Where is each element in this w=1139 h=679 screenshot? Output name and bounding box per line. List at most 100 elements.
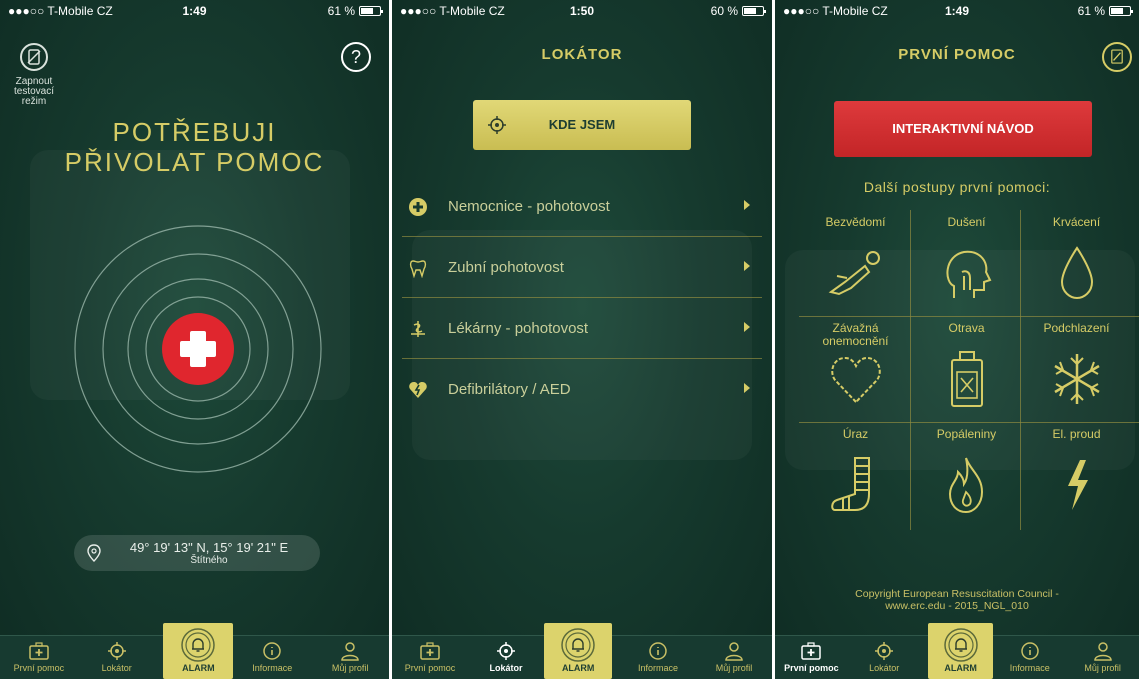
tab-locator[interactable]: Lokátor	[78, 635, 156, 679]
topic-poisoning[interactable]: Otrava	[910, 316, 1023, 422]
tab-bar: První pomoc Lokátor ALARM Informace Můj …	[392, 623, 772, 679]
locator-item-aed[interactable]: Defibrilátory / AED	[402, 359, 762, 420]
interactive-guide-button[interactable]: INTERAKTIVNÍ NÁVOD	[834, 101, 1092, 157]
locator-item-dentist[interactable]: Zubní pohotovost	[402, 237, 762, 298]
tab-first-aid[interactable]: První pomoc	[775, 635, 848, 679]
info-icon	[1021, 642, 1039, 660]
edit-button[interactable]	[1102, 42, 1132, 72]
battery-icon	[359, 6, 383, 16]
help-button[interactable]: ?	[341, 42, 371, 72]
copyright-line-1: Copyright European Resuscitation Council…	[855, 588, 1059, 600]
flame-icon	[948, 457, 983, 514]
tab-bar: První pomoc Lokátor ALARM Informace Můj …	[0, 623, 389, 679]
chevron-right-icon	[744, 322, 750, 332]
where-am-i-button[interactable]: KDE JSEM	[473, 100, 691, 150]
crosshair-icon	[875, 642, 894, 660]
tab-label: ALARM	[944, 663, 977, 673]
locator-item-pharmacy[interactable]: Lékárny - pohotovost	[402, 298, 762, 359]
topic-label: Bezvědomí	[825, 215, 886, 229]
tab-label: Můj profil	[331, 663, 369, 673]
tab-profile[interactable]: Můj profil	[696, 635, 772, 679]
tab-label: Lokátor	[489, 663, 523, 673]
tab-bar: První pomoc Lokátor ALARM Informace Můj …	[775, 623, 1139, 679]
topic-label: Otrava	[948, 321, 985, 335]
topic-electric-shock[interactable]: El. proud	[1020, 422, 1133, 528]
heart-icon	[830, 356, 881, 404]
tab-profile[interactable]: Můj profil	[1066, 635, 1139, 679]
topic-label: Krvácení	[1052, 215, 1101, 229]
chevron-right-icon	[744, 261, 750, 271]
tab-label: První pomoc	[404, 663, 456, 673]
title-line-2: PŘIVOLAT POMOC	[64, 147, 325, 177]
tab-info[interactable]: Informace	[233, 635, 311, 679]
topic-bleeding[interactable]: Krvácení	[1020, 210, 1133, 316]
tab-label: První pomoc	[13, 663, 65, 673]
locator-screen: ●●●○○ T-Mobile CZ 1:50 60 % LOKÁTOR KDE …	[392, 0, 772, 679]
topic-unconscious[interactable]: Bezvědomí	[799, 210, 912, 316]
tab-alarm[interactable]: ALARM	[163, 623, 234, 679]
battery-percent: 61 %	[327, 4, 355, 18]
section-heading: Další postupy první pomoci:	[863, 179, 1051, 195]
topic-label: El. proud	[1052, 427, 1101, 441]
tab-label: Informace	[252, 663, 293, 673]
alarm-radar[interactable]	[73, 224, 323, 474]
tab-label: Lokátor	[869, 663, 900, 673]
tab-profile[interactable]: Můj profil	[311, 635, 389, 679]
battery-icon	[742, 6, 766, 16]
tab-info[interactable]: Informace	[620, 635, 696, 679]
title-line-1: POTŘEBUJI	[112, 117, 277, 147]
locator-item-label: Nemocnice - pohotovost	[448, 198, 610, 215]
tab-label: Informace	[1009, 663, 1050, 673]
bell-icon	[561, 628, 595, 662]
page-title: PRVNÍ POMOC	[898, 46, 1016, 63]
status-bar: ●●●○○ T-Mobile CZ 1:49 61 %	[0, 0, 389, 22]
first-aid-kit-icon	[420, 642, 440, 660]
topic-serious-illness[interactable]: Závažná onemocnění	[799, 316, 912, 422]
tab-alarm[interactable]: ALARM	[927, 623, 994, 679]
tab-alarm[interactable]: ALARM	[544, 623, 613, 679]
topic-burns[interactable]: Popáleniny	[910, 422, 1023, 528]
page-title: LOKÁTOR	[541, 46, 623, 63]
battery-percent: 60 %	[710, 4, 738, 18]
profile-icon	[725, 642, 743, 661]
tab-first-aid[interactable]: První pomoc	[0, 635, 78, 679]
info-icon	[649, 642, 667, 660]
snowflake-icon	[1053, 354, 1100, 404]
tab-label: První pomoc	[784, 663, 839, 673]
topic-choking[interactable]: Dušení	[910, 210, 1023, 316]
tab-label: Informace	[637, 663, 679, 673]
first-aid-grid: Bezvědomí Dušení Krvácení Závažná onemoc…	[799, 210, 1139, 530]
status-bar: ●●●○○ T-Mobile CZ 1:49 61 %	[775, 0, 1139, 22]
where-am-i-label: KDE JSEM	[548, 117, 616, 132]
topic-injury[interactable]: Úraz	[799, 422, 912, 528]
tab-info[interactable]: Informace	[993, 635, 1066, 679]
topic-hypothermia[interactable]: Podchlazení	[1020, 316, 1133, 422]
tooth-icon	[409, 260, 427, 278]
blood-drop-icon	[1060, 246, 1093, 300]
info-icon	[263, 642, 282, 660]
tab-locator[interactable]: Lokátor	[848, 635, 921, 679]
tab-label: ALARM	[561, 663, 595, 673]
alarm-cross-icon[interactable]	[162, 313, 234, 385]
alarm-screen: ●●●○○ T-Mobile CZ 1:49 61 % Zapnout test…	[0, 0, 389, 679]
profile-icon	[1093, 642, 1112, 661]
location-pill[interactable]: 49° 19' 13" N, 15° 19' 21" E Štítného	[74, 535, 320, 571]
topic-label: Dušení	[947, 215, 986, 229]
tab-first-aid[interactable]: První pomoc	[392, 635, 468, 679]
defibrillator-heart-icon	[409, 382, 427, 398]
phone-test-icon	[20, 43, 48, 71]
tab-locator[interactable]: Lokátor	[468, 635, 544, 679]
location-pin-icon	[87, 544, 101, 562]
profile-icon	[341, 642, 359, 661]
chevron-right-icon	[744, 200, 750, 210]
locator-item-label: Zubní pohotovost	[448, 259, 564, 276]
poison-bottle-icon	[950, 351, 983, 407]
crosshair-icon	[107, 642, 126, 660]
test-mode-button[interactable]: Zapnout testovací režim	[8, 42, 60, 107]
battery-percent: 61 %	[1077, 4, 1105, 18]
first-aid-kit-icon	[801, 642, 822, 660]
locator-item-hospital[interactable]: Nemocnice - pohotovost	[402, 176, 762, 237]
bell-icon	[181, 628, 216, 662]
lightning-icon	[1067, 460, 1088, 510]
bandaged-foot-icon	[830, 457, 870, 511]
